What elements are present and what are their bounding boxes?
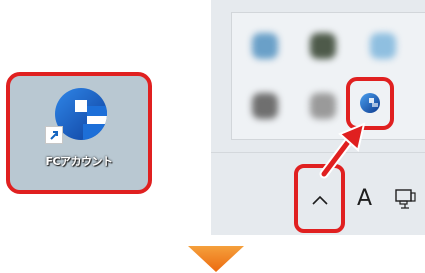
desktop-shortcut-highlight: FCアカウント — [6, 72, 152, 194]
tray-app-icon[interactable] — [370, 33, 396, 59]
tray-app-icon[interactable] — [310, 93, 336, 119]
pointer-arrow-icon — [318, 120, 368, 180]
chevron-up-icon[interactable] — [310, 192, 330, 206]
shortcut-arrow-icon — [45, 126, 63, 144]
down-arrow-icon — [188, 246, 244, 272]
fc-account-tray-icon[interactable] — [359, 92, 381, 114]
tray-app-icon[interactable] — [252, 93, 278, 119]
tray-app-icon[interactable] — [310, 33, 336, 59]
network-icon[interactable] — [393, 187, 417, 211]
ime-indicator[interactable]: A — [357, 186, 372, 211]
desktop-shortcut-label: FCアカウント — [45, 155, 113, 168]
tray-app-icon[interactable] — [252, 33, 278, 59]
